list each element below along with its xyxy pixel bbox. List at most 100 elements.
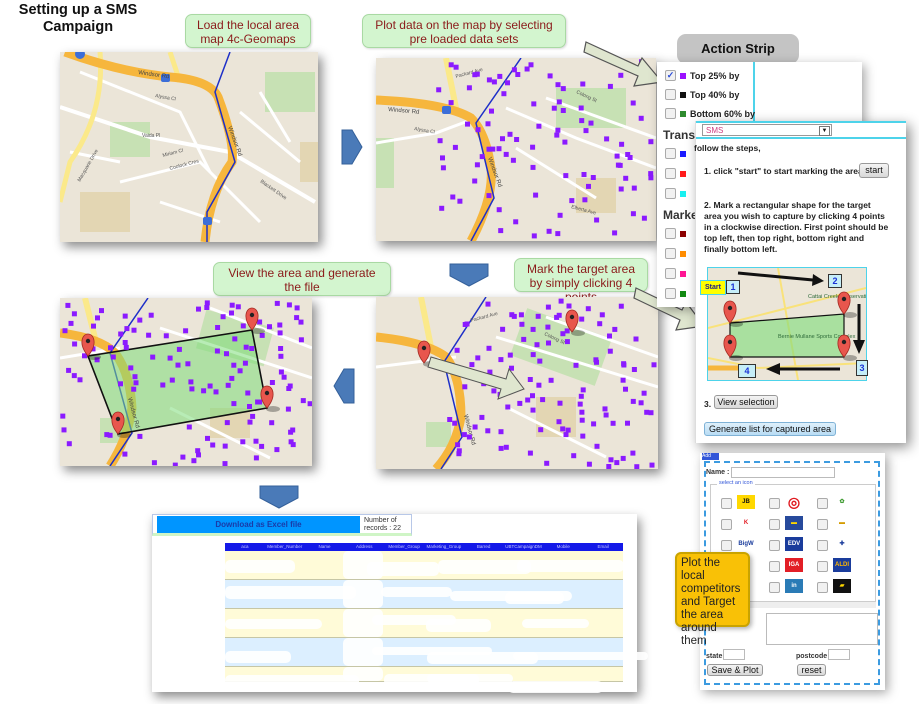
data-point <box>619 141 625 147</box>
icon-checkbox[interactable] <box>721 498 732 509</box>
checkbox[interactable] <box>665 188 676 199</box>
data-point <box>618 303 624 309</box>
data-point <box>151 460 157 466</box>
data-point <box>621 361 627 367</box>
save-plot-button[interactable]: Save & Plot <box>707 664 763 676</box>
data-point <box>614 153 620 159</box>
marketing-layer-1[interactable] <box>665 228 686 239</box>
medicare-logo-icon: ✚ <box>833 537 851 551</box>
data-point <box>580 433 586 439</box>
layer-bottom-60[interactable]: Bottom 60% by <box>665 108 755 119</box>
data-point <box>594 443 600 449</box>
data-point <box>269 420 275 426</box>
map-view-area[interactable]: Windsor Rd <box>60 298 312 466</box>
postcode-input[interactable] <box>828 649 850 660</box>
aldi-logo-icon: ALDI <box>833 558 851 572</box>
column-header[interactable]: aca <box>225 543 265 551</box>
checkbox[interactable] <box>665 89 676 100</box>
icon-checkbox[interactable] <box>769 561 780 572</box>
redacted-cell <box>343 580 383 608</box>
transaction-layer-3[interactable] <box>665 188 686 199</box>
table-row[interactable] <box>225 580 623 609</box>
marketing-layer-4[interactable] <box>665 288 686 299</box>
checkbox-checked[interactable]: ✓ <box>665 70 676 81</box>
data-point <box>186 424 192 430</box>
table-row[interactable] <box>225 667 623 693</box>
reset-button[interactable]: reset <box>797 664 826 676</box>
marketing-layer-2[interactable] <box>665 248 686 259</box>
data-point <box>573 362 579 368</box>
column-header[interactable]: Mobile <box>543 543 583 551</box>
address-textarea[interactable] <box>766 613 878 645</box>
data-point <box>439 205 445 211</box>
data-point <box>472 424 478 430</box>
dropdown-arrow-icon[interactable]: ▼ <box>819 126 830 136</box>
table-row[interactable] <box>225 551 624 580</box>
campaign-type-select[interactable]: SMS ▼ <box>702 124 832 136</box>
data-point <box>118 381 123 387</box>
redacted-cell <box>343 667 383 681</box>
download-excel-button[interactable]: Download as Excel file <box>157 516 360 533</box>
data-point <box>498 445 504 451</box>
checkbox[interactable] <box>665 228 676 239</box>
capture-map[interactable]: Bernie Mullane Sports Complex Cattai Cre… <box>700 267 868 381</box>
column-header[interactable]: Marketing_Group <box>424 543 464 551</box>
start-marker-label: Start <box>700 280 726 295</box>
layer-top-25[interactable]: ✓ Top 25% by <box>665 70 739 81</box>
table-row[interactable] <box>225 609 623 638</box>
column-header[interactable]: Address <box>344 543 384 551</box>
transaction-layer-2[interactable] <box>665 168 686 179</box>
marketing-layer-3[interactable] <box>665 268 686 279</box>
checkbox[interactable] <box>665 248 676 259</box>
icon-checkbox[interactable] <box>721 540 732 551</box>
data-point <box>509 312 515 318</box>
add-tab[interactable]: Add <box>702 453 719 460</box>
checkbox[interactable] <box>665 148 676 159</box>
checkbox[interactable] <box>665 168 676 179</box>
icon-checkbox[interactable] <box>721 519 732 530</box>
data-point <box>469 362 475 368</box>
data-point <box>604 136 610 142</box>
data-point <box>240 323 246 329</box>
start-button[interactable]: start <box>859 163 889 178</box>
icon-checkbox[interactable] <box>769 498 780 509</box>
data-point <box>231 401 237 407</box>
map-mark-area[interactable]: Packard Ave Colong St Windsor Rd <box>376 297 658 469</box>
view-selection-button[interactable]: View selection <box>714 395 778 409</box>
icon-checkbox[interactable] <box>817 498 828 509</box>
data-point <box>612 326 618 332</box>
column-header[interactable]: Barred <box>464 543 504 551</box>
name-input[interactable] <box>731 467 835 478</box>
generate-list-button[interactable]: Generate list for captured area <box>704 422 836 436</box>
data-point <box>298 319 304 325</box>
icon-checkbox[interactable] <box>817 582 828 593</box>
table-row[interactable] <box>225 638 649 667</box>
data-point <box>307 401 312 407</box>
icon-checkbox[interactable] <box>817 519 828 530</box>
icon-checkbox[interactable] <box>769 519 780 530</box>
data-point <box>123 344 129 350</box>
column-header[interactable]: Member_Group <box>384 543 424 551</box>
map-local-area[interactable]: Windsor Rd Windsor Rd Alyssa Cl Vaida Pl… <box>60 52 318 242</box>
column-header[interactable]: UBTCampaignDM <box>504 543 544 551</box>
column-header[interactable]: Member_Number <box>265 543 305 551</box>
data-point <box>465 121 470 127</box>
layer-top-40[interactable]: Top 40% by <box>665 89 739 100</box>
data-point <box>571 453 577 459</box>
transaction-layer-1[interactable] <box>665 148 686 159</box>
column-header[interactable]: Name <box>305 543 345 551</box>
data-point <box>210 442 216 448</box>
data-point <box>172 462 178 466</box>
icon-checkbox[interactable] <box>817 540 828 551</box>
icon-checkbox[interactable] <box>769 582 780 593</box>
checkbox[interactable] <box>665 268 676 279</box>
data-point <box>510 157 516 163</box>
checkbox[interactable] <box>665 288 676 299</box>
icon-checkbox[interactable] <box>817 561 828 572</box>
checkbox[interactable] <box>665 108 676 119</box>
state-input[interactable] <box>723 649 745 660</box>
column-header[interactable]: Email <box>583 543 623 551</box>
icon-checkbox[interactable] <box>769 540 780 551</box>
data-point <box>560 426 566 432</box>
data-point <box>631 367 637 372</box>
